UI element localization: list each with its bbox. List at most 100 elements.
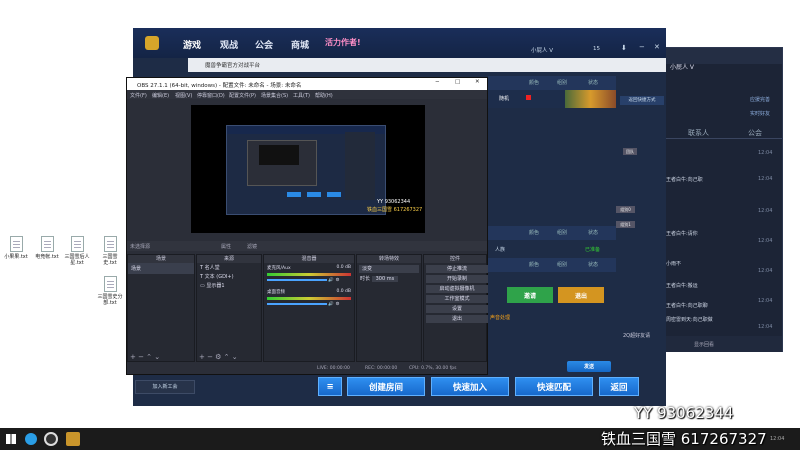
ready-status: 已准备 <box>585 247 601 253</box>
tab-guild[interactable]: 公会 <box>748 128 762 138</box>
friend-row[interactable]: 王者白牛:向己职聊 <box>666 302 708 309</box>
menu-tools[interactable]: 工具(T) <box>293 92 310 99</box>
obs-preview[interactable]: YY 93062344 铁血三国雪 617267327 <box>191 105 425 233</box>
settings-button[interactable]: 设置 <box>426 305 488 313</box>
source-item[interactable]: T 文本 (GDI+) <box>197 272 261 281</box>
invite-button[interactable]: 邀请 <box>507 287 553 303</box>
red-color-swatch <box>526 95 531 100</box>
source-toolbar[interactable]: + − ⚙ ⌃ ⌄ <box>199 353 238 361</box>
mixer-track: 麦克风/Aux 0.0 dB 🔊 ⚙ <box>267 265 351 283</box>
text-file-icon <box>40 236 54 252</box>
minimize-icon[interactable]: − <box>435 79 440 85</box>
download-icon[interactable]: ⬇ <box>621 44 627 52</box>
filters-button[interactable]: 滤镜 <box>247 243 257 250</box>
source-item[interactable]: ▭ 显示器1 <box>197 281 261 290</box>
edge-browser-icon[interactable] <box>25 433 37 445</box>
desktop-icon-2[interactable]: 电竞帐.txt <box>33 236 61 260</box>
gear-icon[interactable]: ⚙ <box>334 302 339 307</box>
windows-start-icon[interactable] <box>6 434 16 444</box>
stop-stream-button[interactable]: 停止推流 <box>426 265 488 273</box>
menu-file[interactable]: 文件(F) <box>130 92 147 99</box>
sound-link[interactable]: 声音处理 <box>490 314 510 321</box>
team-badge[interactable]: 团队 <box>623 148 637 155</box>
rec-status: REC: 00:00:00 <box>365 366 398 371</box>
friend-row[interactable]: 王者白牛:向己职 <box>666 176 703 183</box>
close-icon[interactable]: ✕ <box>654 43 660 51</box>
virtual-camera-button[interactable]: 启动虚拟摄像机 <box>426 285 488 293</box>
transitions-dock: 转场特效 淡变 时长 300 ms <box>356 254 422 362</box>
overlay-yy-text: YY 93062344 <box>634 404 734 422</box>
clock[interactable]: 12:04 <box>770 436 784 442</box>
friend-time: 12:04 <box>758 298 773 304</box>
menu-edit[interactable]: 编辑(E) <box>152 92 169 99</box>
group-badge-2[interactable]: 组别1 <box>616 221 635 228</box>
volume-slider[interactable] <box>267 303 327 305</box>
duration-input[interactable]: 300 ms <box>371 276 399 282</box>
nav-guild[interactable]: 公会 <box>255 38 273 51</box>
live-status: LIVE: 00:00:00 <box>317 366 350 371</box>
menu-help[interactable]: 帮助(H) <box>315 92 333 99</box>
mixer-dock: 混音器 麦克风/Aux 0.0 dB 🔊 ⚙ 桌面音频 0.0 dB 🔊 ⚙ <box>263 254 355 362</box>
user-name[interactable]: 小屁人 V <box>531 46 553 54</box>
exit-button[interactable]: 退出 <box>426 315 488 323</box>
subwindow-title: 魔兽争霸官方对战平台 <box>205 63 261 69</box>
status-bar: LIVE: 00:00:00 REC: 00:00:00 CPU: 0.7%, … <box>127 364 487 374</box>
nav-shop[interactable]: 商城 <box>291 38 309 51</box>
minimize-icon[interactable]: − <box>639 43 645 51</box>
nav-game[interactable]: 游戏 <box>183 38 201 51</box>
desktop-icon-3[interactable]: 三国雪后人星.txt <box>63 236 91 266</box>
exit-room-button[interactable]: 退出 <box>558 287 604 303</box>
source-item[interactable]: T 名人堂 <box>197 263 261 272</box>
create-room-button[interactable]: 创建房间 <box>347 377 425 396</box>
menu-scene-collection[interactable]: 场景集合(S) <box>261 92 288 99</box>
friend-row[interactable]: 周密雷到天:向己职做 <box>666 316 713 323</box>
close-icon[interactable]: ✕ <box>475 79 480 85</box>
transition-select[interactable]: 淡变 <box>359 265 419 273</box>
game-app-icon[interactable] <box>66 432 80 446</box>
menu-icon-button[interactable]: ≡ <box>318 377 342 396</box>
back-button[interactable]: 返回 <box>599 377 639 396</box>
nav-watch[interactable]: 观战 <box>220 38 238 51</box>
friend-row[interactable]: 王者白牛:请你 <box>666 230 698 237</box>
text-file-icon <box>103 276 117 292</box>
row-random: 随机 <box>499 96 510 102</box>
promo-banner[interactable]: 活力作者! <box>325 37 361 48</box>
menu-view[interactable]: 视图(V) <box>175 92 192 99</box>
join-guild-button[interactable]: 加入新工会 <box>135 380 195 394</box>
menu-profile[interactable]: 配置文件(P) <box>229 92 256 99</box>
friend-row[interactable]: 小雨不 <box>666 260 681 267</box>
scene-toolbar[interactable]: + − ⌃ ⌄ <box>130 353 160 361</box>
maximize-icon[interactable]: □ <box>455 79 460 85</box>
friend-row[interactable]: 王者白牛:搬运 <box>666 282 698 289</box>
speaker-icon[interactable]: 🔊 <box>327 302 334 307</box>
quick-join-button[interactable]: 快速加入 <box>431 377 509 396</box>
col-color: 颜色 <box>529 80 540 86</box>
friend-time: 12:04 <box>758 208 773 214</box>
gear-icon[interactable]: ⚙ <box>334 278 339 283</box>
quick-match-button[interactable]: 快速匹配 <box>515 377 593 396</box>
desktop-icon-5[interactable]: 三国雪史分部.txt <box>96 276 124 306</box>
friends-footer[interactable]: 显示回看 <box>694 341 714 348</box>
studio-mode-button[interactable]: 工作室模式 <box>426 295 488 303</box>
duration-label: 时长 <box>360 276 371 282</box>
menu-docks[interactable]: 停靠窗口(D) <box>197 92 225 99</box>
scene-item[interactable]: 场景 <box>128 263 194 274</box>
tab-contacts[interactable]: 联系人 <box>688 128 709 138</box>
obs-window: OBS 27.1.1 (64-bit, windows) - 配置文件: 未命名… <box>126 77 488 375</box>
speaker-icon[interactable]: 🔊 <box>327 278 334 283</box>
group-badge-1[interactable]: 组别0 <box>616 206 635 213</box>
desktop-icon-1[interactable]: 小果果.txt <box>2 236 30 260</box>
shortcut-button[interactable]: 返回快捷方式 <box>620 96 664 105</box>
col-status-2: 状态 <box>588 230 599 236</box>
friends-side-2[interactable]: 实时好友 <box>750 110 770 117</box>
volume-slider[interactable] <box>267 279 327 281</box>
mixer-dock-title: 混音器 <box>264 255 354 263</box>
send-button[interactable]: 发送 <box>567 361 611 372</box>
start-recording-button[interactable]: 开始录制 <box>426 275 488 283</box>
friends-title: 小屁人 V <box>670 64 695 71</box>
obs-app-icon[interactable] <box>44 432 58 446</box>
properties-button[interactable]: 属性 <box>221 243 231 250</box>
desktop-icon-4[interactable]: 三国雪史.txt <box>96 236 124 266</box>
friends-side-1[interactable]: 应援完善 <box>750 96 770 103</box>
player-race: 人族 <box>495 247 506 253</box>
